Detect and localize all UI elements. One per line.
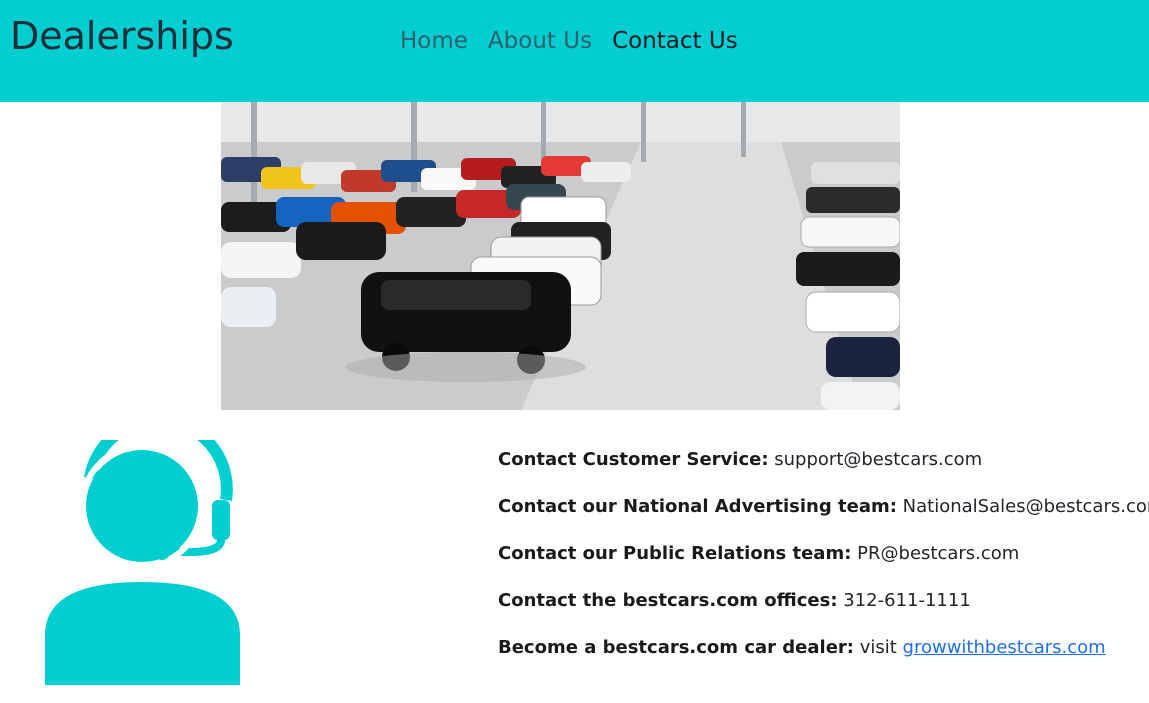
nav-link-home[interactable]: Home bbox=[400, 28, 468, 54]
contact-label: Contact the bestcars.com offices: bbox=[498, 590, 838, 611]
car-lot-illustration bbox=[221, 102, 900, 410]
contact-value: PR@bestcars.com bbox=[857, 543, 1020, 564]
contact-public-relations: Contact our Public Relations team: PR@be… bbox=[498, 542, 1146, 566]
contact-customer-service: Contact Customer Service: support@bestca… bbox=[498, 448, 1146, 472]
contact-value: NationalSales@bestcars.com bbox=[902, 496, 1149, 517]
customer-support-headset-icon bbox=[40, 414, 250, 685]
brand-link[interactable]: Dealerships bbox=[10, 14, 234, 58]
dealership-lot-image bbox=[221, 102, 900, 410]
contact-label: Contact our National Advertising team: bbox=[498, 496, 897, 517]
nav-links: Home About Us Contact Us bbox=[400, 28, 738, 54]
contact-label: Contact Customer Service: bbox=[498, 449, 769, 470]
growwithbestcars-link[interactable]: growwithbestcars.com bbox=[903, 637, 1106, 658]
contact-become-dealer: Become a bestcars.com car dealer: visit … bbox=[498, 636, 1146, 660]
contact-list: Contact Customer Service: support@bestca… bbox=[498, 448, 1149, 683]
contact-offices-phone: Contact the bestcars.com offices: 312-61… bbox=[498, 589, 1146, 613]
contact-national-advertising: Contact our National Advertising team: N… bbox=[498, 495, 1149, 519]
contact-label: Become a bestcars.com car dealer: bbox=[498, 637, 854, 658]
contact-value: support@bestcars.com bbox=[774, 449, 983, 470]
top-navbar: Dealerships Home About Us Contact Us bbox=[0, 0, 1149, 102]
contact-value: 312-611-1111 bbox=[843, 590, 971, 611]
contact-label: Contact our Public Relations team: bbox=[498, 543, 852, 564]
contact-value: visit bbox=[859, 637, 897, 658]
nav-link-about-us[interactable]: About Us bbox=[488, 28, 592, 54]
nav-link-contact-us[interactable]: Contact Us bbox=[612, 28, 738, 54]
